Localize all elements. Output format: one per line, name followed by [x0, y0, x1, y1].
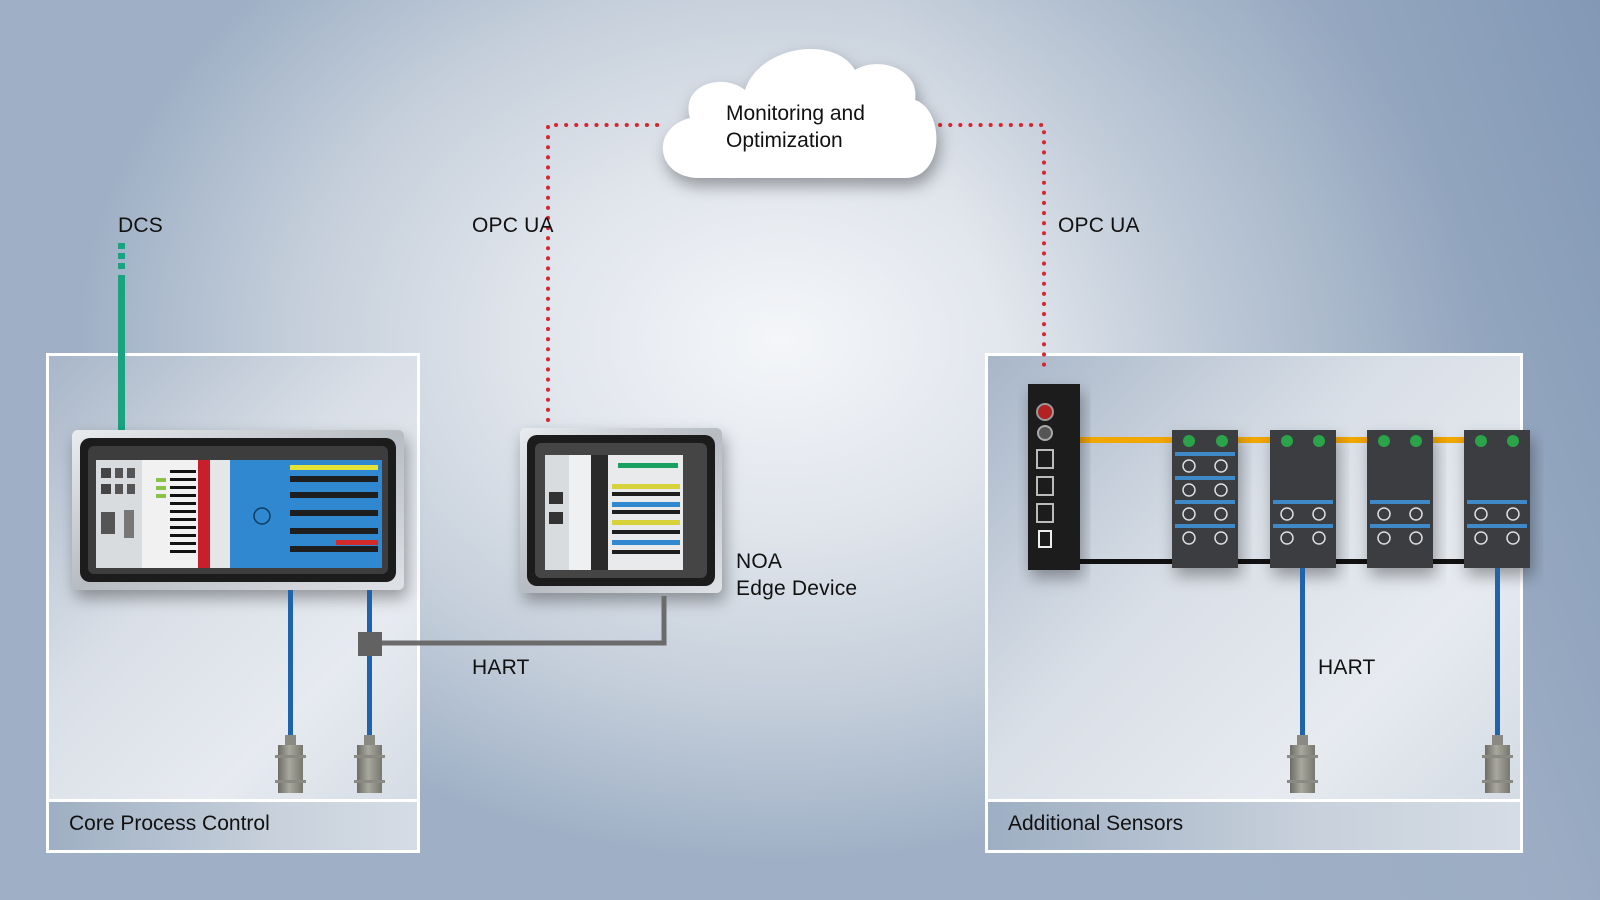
dcs-link — [118, 243, 125, 455]
hart-sensor-cables-additional — [1300, 568, 1500, 738]
opc-ua-link-left — [546, 123, 666, 422]
sensor-icon — [1482, 735, 1513, 793]
ethercat-box — [1367, 430, 1433, 568]
hart-sensor-cables-core — [288, 590, 372, 750]
cloud-label: Monitoring and Optimization — [726, 100, 865, 154]
sensor-icon — [275, 735, 306, 793]
ethercat-box — [1172, 430, 1238, 568]
edge-device — [545, 455, 683, 570]
dcs-label: DCS — [118, 214, 163, 237]
ethercat-box — [1270, 430, 1336, 568]
opc-ua-link-right — [928, 123, 1046, 372]
hart-label-right: HART — [1318, 656, 1376, 679]
noa-label-line2: Edge Device — [736, 577, 858, 600]
opc-ua-label-left: OPC UA — [472, 214, 554, 237]
sensor-icon — [1287, 735, 1318, 793]
cloud-label-line1: Monitoring and — [726, 102, 865, 125]
hart-label-center: HART — [472, 656, 530, 679]
sensor-icon — [354, 735, 385, 793]
ethercat-coupler — [1028, 384, 1080, 570]
noa-edge-device-label: NOA Edge Device — [736, 548, 857, 602]
hart-link-edge — [358, 596, 667, 656]
noa-label-line1: NOA — [736, 550, 783, 573]
ethercat-box — [1464, 430, 1530, 568]
core-controller-device — [96, 460, 382, 568]
cloud-label-line2: Optimization — [726, 129, 843, 152]
opc-ua-label-right: OPC UA — [1058, 214, 1140, 237]
